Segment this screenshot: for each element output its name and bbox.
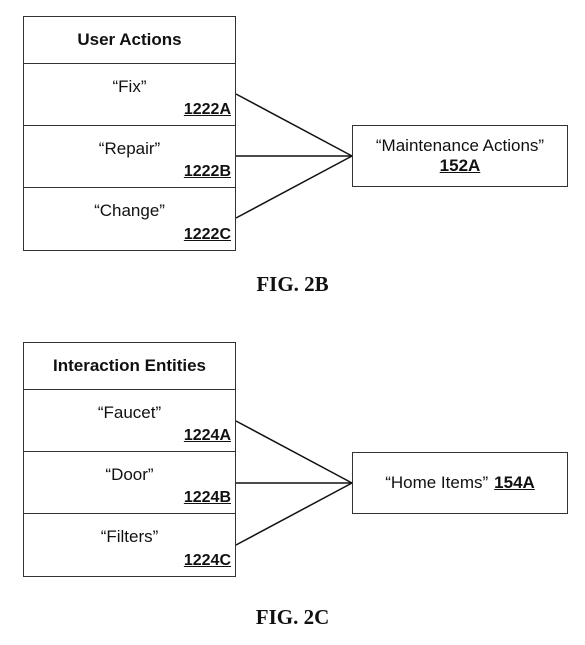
connector-line bbox=[235, 420, 353, 484]
connector-line bbox=[235, 93, 353, 157]
connector-line bbox=[235, 155, 353, 219]
connector-line bbox=[235, 482, 353, 546]
connector-lines bbox=[235, 93, 353, 546]
